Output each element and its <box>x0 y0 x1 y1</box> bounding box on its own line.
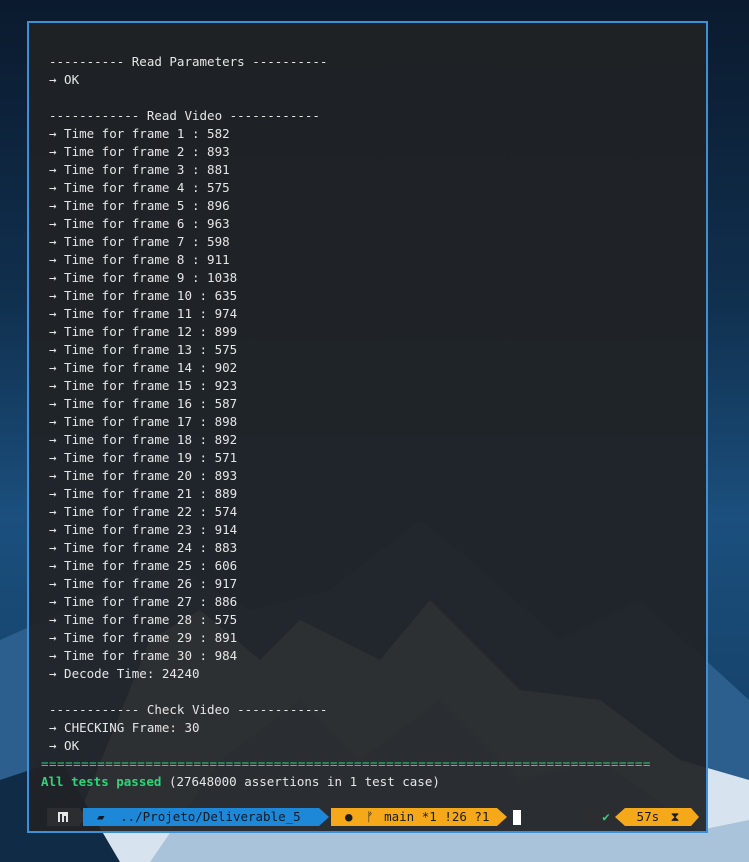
frame-time-line: → Time for frame 8 : 911 <box>49 252 230 267</box>
frame-time-line: → Time for frame 25 : 606 <box>49 558 238 573</box>
tests-passed-label: All tests passed <box>41 774 162 789</box>
frame-time-line: → Time for frame 22 : 574 <box>49 504 238 519</box>
frame-time-line: → Time for frame 1 : 582 <box>49 126 230 141</box>
check-ok-line: → OK <box>49 738 80 753</box>
read-parameters-header: ---------- Read Parameters ---------- <box>49 54 328 69</box>
frame-time-line: → Time for frame 19 : 571 <box>49 450 238 465</box>
separator-line: ========================================… <box>41 756 651 771</box>
test-summary: All tests passed (27648000 assertions in… <box>41 773 440 791</box>
frame-time-line: → Time for frame 26 : 917 <box>49 576 238 591</box>
text-cursor[interactable] <box>513 810 521 825</box>
frame-time-line: → Time for frame 12 : 899 <box>49 324 238 339</box>
hourglass-icon: ⧗ <box>670 809 680 824</box>
terminal-window: ---------- Read Parameters ---------- → … <box>27 21 708 833</box>
check-video-header: ------------ Check Video ------------ <box>49 702 328 717</box>
folder-icon: ▰ <box>97 809 105 824</box>
frame-time-line: → Time for frame 4 : 575 <box>49 180 230 195</box>
frame-time-line: → Time for frame 14 : 902 <box>49 360 238 375</box>
directory-segment: ▰ ../Projeto/Deliverable_5 <box>83 808 319 826</box>
duration-segment: 57s ⧗ <box>625 808 691 826</box>
read-parameters-ok: → OK <box>49 72 80 87</box>
frame-time-line: → Time for frame 20 : 893 <box>49 468 238 483</box>
check-icon: ✔ <box>602 809 610 824</box>
git-status: main *1 !26 ?1 <box>384 809 490 824</box>
frame-time-line: → Time for frame 6 : 963 <box>49 216 230 231</box>
terminal-output: ---------- Read Parameters ---------- → … <box>29 23 706 831</box>
frame-time-line: → Time for frame 9 : 1038 <box>49 270 238 285</box>
frame-time-line: → Time for frame 11 : 974 <box>49 306 238 321</box>
frame-time-line: → Time for frame 18 : 892 <box>49 432 238 447</box>
current-path: ../Projeto/Deliverable_5 <box>120 809 301 824</box>
frame-time-line: → Time for frame 7 : 598 <box>49 234 230 249</box>
frame-time-line: → Time for frame 16 : 587 <box>49 396 238 411</box>
frame-time-line: → Time for frame 30 : 984 <box>49 648 238 663</box>
frame-time-line: → Time for frame 5 : 896 <box>49 198 230 213</box>
frame-time-line: → Time for frame 23 : 914 <box>49 522 238 537</box>
frame-time-line: → Time for frame 3 : 881 <box>49 162 230 177</box>
frame-time-line: → Time for frame 2 : 893 <box>49 144 230 159</box>
frame-time-line: → Time for frame 17 : 898 <box>49 414 238 429</box>
decode-time-line: → Decode Time: 24240 <box>49 666 200 681</box>
read-video-header: ------------ Read Video ------------ <box>49 108 320 123</box>
frame-time-line: → Time for frame 27 : 886 <box>49 594 238 609</box>
git-segment: ● ᚠ main *1 !26 ?1 <box>331 808 497 826</box>
shell-prompt: ▰ ../Projeto/Deliverable_5 ● ᚠ main *1 !… <box>41 808 701 826</box>
frame-time-line: → Time for frame 29 : 891 <box>49 630 238 645</box>
os-segment <box>47 808 79 826</box>
frame-time-line: → Time for frame 13 : 575 <box>49 342 238 357</box>
linux-icon <box>58 812 68 822</box>
frame-time-line: → Time for frame 21 : 889 <box>49 486 238 501</box>
command-duration: 57s <box>636 809 660 824</box>
frame-time-line: → Time for frame 28 : 575 <box>49 612 238 627</box>
frame-time-line: → Time for frame 24 : 883 <box>49 540 238 555</box>
github-icon: ● <box>345 809 353 824</box>
git-branch-icon: ᚠ <box>366 809 374 824</box>
checking-frame-line: → CHECKING Frame: 30 <box>49 720 200 735</box>
frame-time-line: → Time for frame 15 : 923 <box>49 378 238 393</box>
tests-passed-detail: (27648000 assertions in 1 test case) <box>161 774 440 789</box>
frame-time-line: → Time for frame 10 : 635 <box>49 288 238 303</box>
